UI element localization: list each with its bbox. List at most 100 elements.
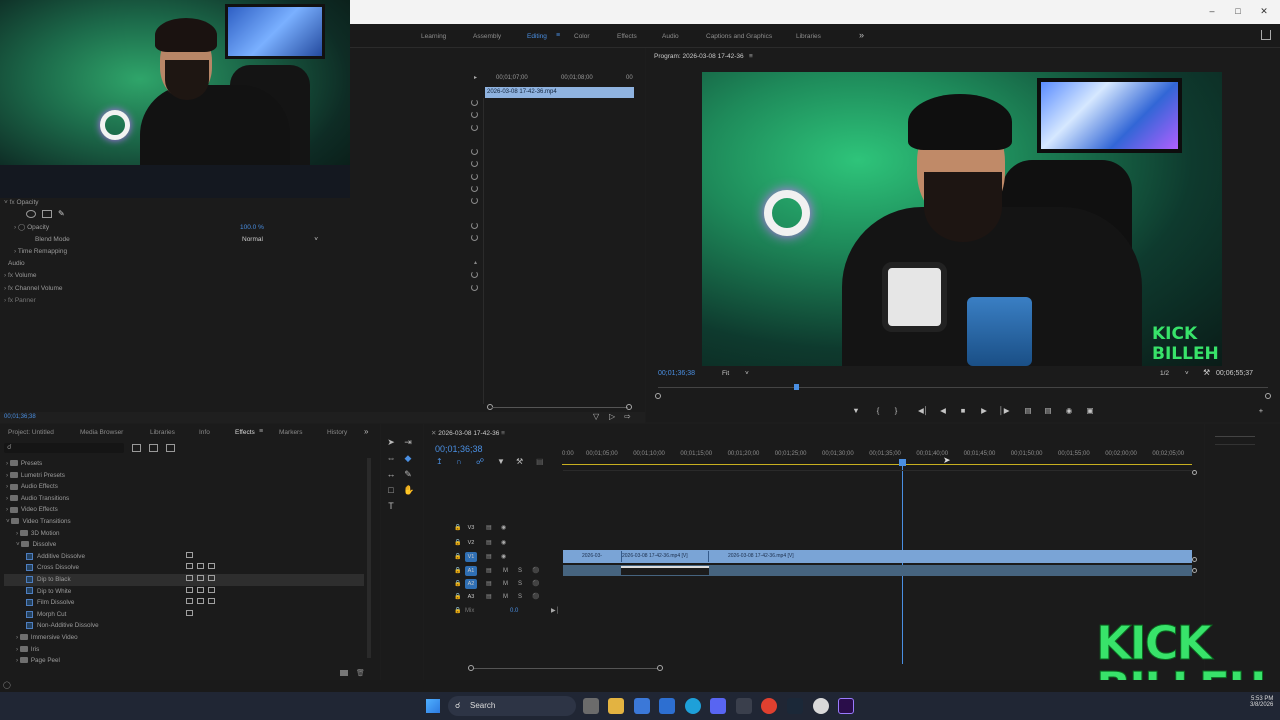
reset-icon[interactable] (471, 173, 478, 180)
ellipse-mask-icon[interactable] (26, 210, 36, 218)
snap-icon[interactable]: ∩ (456, 457, 462, 466)
go-to-end-icon[interactable]: ▶│ (551, 605, 559, 618)
reset-icon[interactable] (471, 284, 478, 291)
toggle-sync-icon[interactable]: ▤ (486, 537, 492, 550)
effects-folder[interactable]: › Audio Transitions (4, 493, 364, 505)
terminal-icon[interactable] (736, 698, 752, 714)
linked-selection-icon[interactable]: ☍ (476, 457, 484, 466)
workspace-color[interactable]: Color (574, 33, 590, 40)
add-marker-timeline-icon[interactable]: ▼ (497, 457, 505, 466)
scroll-handle[interactable] (1192, 470, 1197, 475)
workspace-libraries[interactable]: Libraries (796, 33, 821, 40)
tab-effects[interactable]: Effects (235, 429, 255, 436)
video-clip[interactable]: 2026-03-08 17-42-36.mp4 [V] (714, 551, 1184, 562)
channel-volume-row[interactable]: › fx Channel Volume (4, 283, 63, 295)
step-back-icon[interactable]: ◀ (938, 406, 948, 416)
effect-item[interactable]: Additive Dissolve (4, 551, 364, 563)
effects-folder[interactable]: › Page Peel (4, 655, 364, 667)
workspace-effects[interactable]: Effects (617, 33, 637, 40)
ec-expand-icon[interactable]: ▸ (474, 74, 480, 81)
accelerated-filter-icon[interactable] (132, 444, 141, 452)
lock-icon[interactable]: 🔒 (454, 522, 461, 535)
effect-item[interactable]: Dip to Black (4, 573, 364, 586)
workspace-learning[interactable]: Learning (421, 33, 446, 40)
type-tool-icon[interactable]: T (386, 501, 396, 511)
program-video-frame[interactable]: KICK BILLEH (702, 72, 1222, 366)
minimize-button[interactable]: – (1205, 4, 1219, 18)
lock-icon[interactable]: 🔒 (454, 565, 461, 578)
workspace-audio[interactable]: Audio (662, 33, 679, 40)
track-header-mix[interactable]: 🔒 Mix 0.0 ▶│ (426, 605, 562, 618)
new-folder-icon[interactable] (340, 670, 348, 676)
file-explorer-icon[interactable] (608, 698, 624, 714)
toggle-sync-icon[interactable]: ▤ (486, 551, 492, 564)
microphone-icon[interactable]: ⚫ (532, 578, 539, 591)
track-header-v2[interactable]: 🔒 V2 ▤ ◉ (426, 537, 562, 550)
toggle-sync-icon[interactable]: ▤ (486, 578, 492, 591)
lock-icon[interactable]: 🔒 (454, 605, 461, 618)
wrench-icon[interactable]: ⚒ (1203, 368, 1210, 377)
program-menu-icon[interactable]: ≡ (749, 53, 753, 60)
ec-clip-bar[interactable]: 2026-03-08 17-42-36.mp4 (485, 87, 634, 98)
effects-search-input[interactable]: ☌ (4, 443, 124, 453)
video-clip[interactable]: 2026-03- (582, 551, 618, 562)
scroll-handle[interactable] (1192, 557, 1197, 562)
discord-icon[interactable] (710, 698, 726, 714)
timeline-zoom-bar[interactable] (474, 668, 658, 669)
program-playhead[interactable] (794, 384, 799, 390)
tab-info[interactable]: Info (199, 429, 210, 436)
razor-tool-icon[interactable]: ◆ (403, 453, 413, 463)
effect-item[interactable]: Morph Cut (4, 609, 364, 621)
insert-nest-icon[interactable]: ↥ (436, 457, 443, 466)
reset-icon[interactable] (471, 160, 478, 167)
taskbar-clock[interactable]: 5:53 PM 3/8/2026 (1250, 696, 1273, 708)
effect-item[interactable]: Film Dissolve (4, 597, 364, 609)
hand-tool-icon[interactable]: ✋ (403, 485, 414, 495)
reset-icon[interactable] (471, 148, 478, 155)
reset-icon[interactable] (471, 222, 478, 229)
reset-icon[interactable] (471, 185, 478, 192)
collapse-icon[interactable]: ▴ (474, 259, 477, 266)
share-icon[interactable] (1261, 30, 1271, 40)
taskbar-search[interactable]: ☌ Search (448, 696, 576, 716)
add-marker-icon[interactable]: ▼ (851, 406, 861, 416)
effects-folder[interactable]: › Presets (4, 458, 364, 470)
toggle-sync-icon[interactable]: ▤ (486, 565, 492, 578)
effect-item[interactable]: Non-Additive Dissolve (4, 620, 364, 632)
reset-icon[interactable] (471, 111, 478, 118)
obs-icon[interactable] (813, 698, 829, 714)
captions-icon[interactable]: ▤ (536, 457, 544, 466)
mark-in-icon[interactable]: { (873, 406, 883, 416)
program-timecode[interactable]: 00;01;36;38 (658, 370, 695, 377)
eye-icon[interactable]: ◉ (501, 537, 506, 550)
mute-button[interactable]: M (503, 591, 508, 604)
effects-folder[interactable]: ˅ Video Transitions (4, 516, 364, 528)
effects-menu-icon[interactable]: ≡ (259, 428, 263, 435)
outlook-icon[interactable] (659, 698, 675, 714)
rectangle-mask-icon[interactable] (42, 210, 52, 218)
effects-folder[interactable]: › Audio Effects (4, 481, 364, 493)
opacity-section-row[interactable]: ˅ fx Opacity (4, 197, 39, 209)
settings-wrench-icon[interactable]: ⚒ (516, 457, 523, 466)
store-icon[interactable] (634, 698, 650, 714)
scroll-handle[interactable] (1192, 568, 1197, 573)
reset-icon[interactable] (471, 271, 478, 278)
lock-icon[interactable]: 🔒 (454, 591, 461, 604)
windows-start-icon[interactable] (426, 699, 440, 713)
steam-icon[interactable] (787, 698, 803, 714)
track-select-tool-icon[interactable]: ⇥ (403, 437, 413, 447)
tab-markers[interactable]: Markers (279, 429, 302, 436)
compare-icon[interactable]: ▣ (1085, 406, 1095, 416)
program-scrub-bar[interactable] (658, 387, 1268, 388)
workspace-captions[interactable]: Captions and Graphics (706, 33, 772, 40)
reset-icon[interactable] (471, 197, 478, 204)
step-forward-icon[interactable]: ▶ (979, 406, 989, 416)
slip-tool-icon[interactable]: ↔ (386, 469, 396, 479)
lock-icon[interactable]: 🔒 (454, 537, 461, 550)
timeline-playhead-handle[interactable] (899, 459, 906, 466)
maximize-button[interactable]: □ (1231, 4, 1245, 18)
ripple-edit-tool-icon[interactable]: ⇔ (386, 453, 396, 463)
timeline-zoom-handle[interactable] (657, 665, 663, 671)
reset-icon[interactable] (471, 99, 478, 106)
time-remapping-row[interactable]: › Time Remapping (14, 246, 67, 258)
